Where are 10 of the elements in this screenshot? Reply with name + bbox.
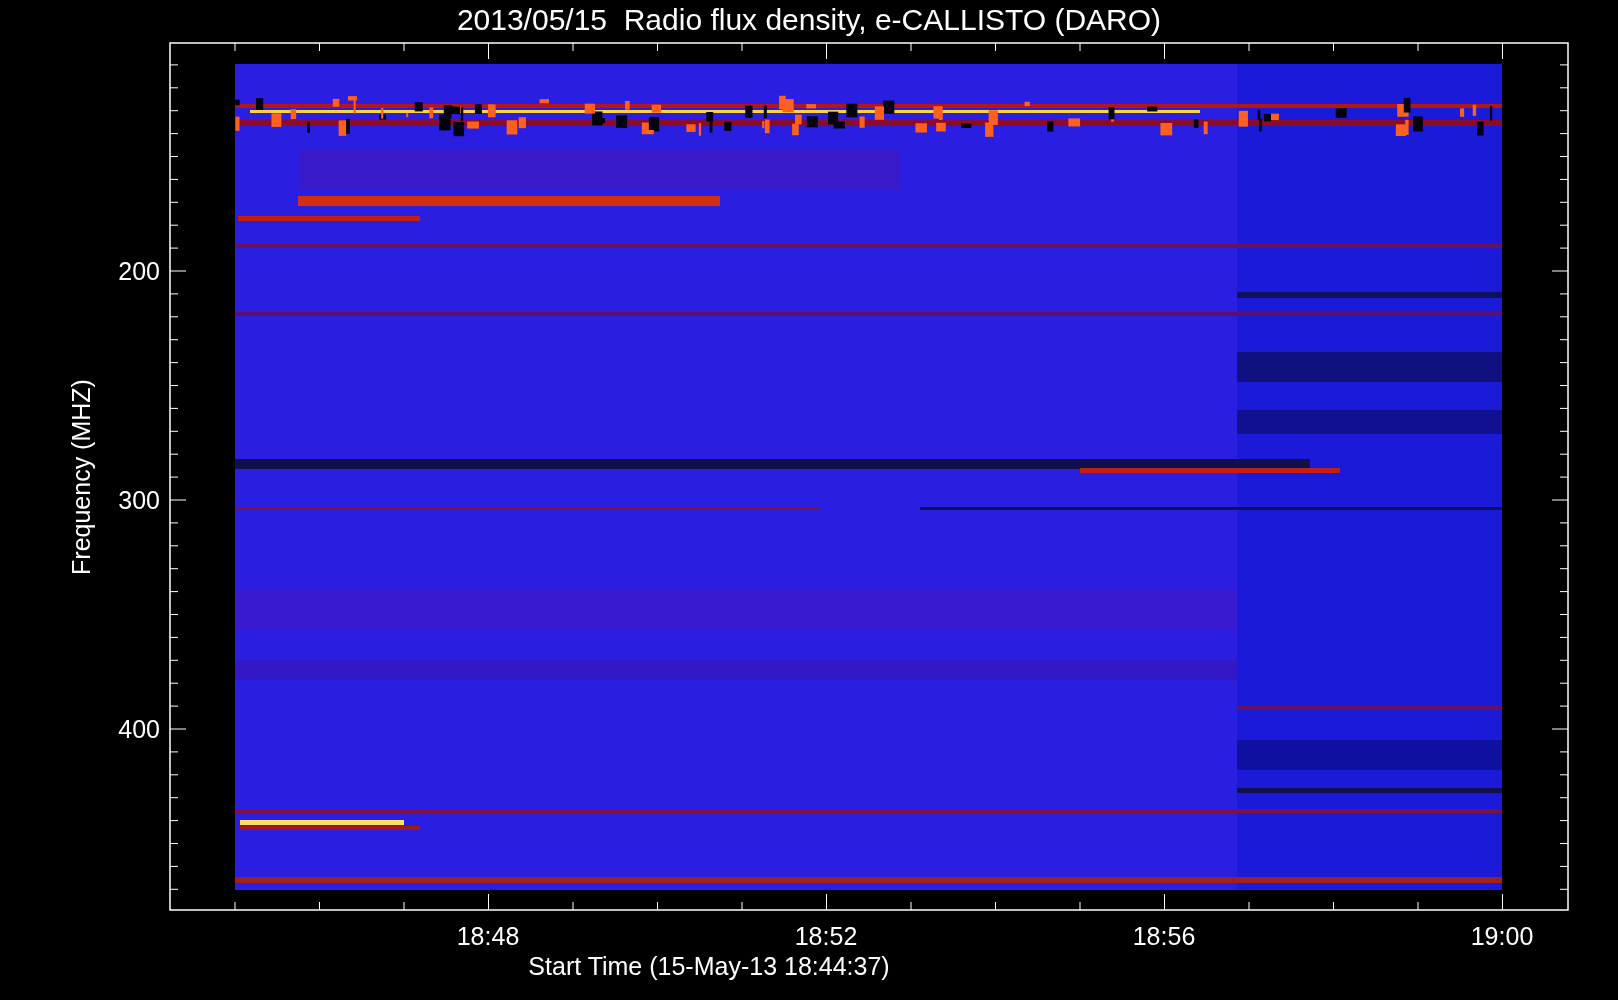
y-axis-label: Frequency (MHZ) — [67, 379, 95, 575]
y-tick-label: 400 — [118, 715, 160, 743]
chart-title: 2013/05/15 Radio flux density, e-CALLISTO (DARO) — [456, 3, 1162, 36]
x-axis-label: Start Time (15-May-13 18:44:37) — [528, 952, 890, 980]
x-tick-label: 18:52 — [794, 922, 858, 950]
y-tick-label: 300 — [118, 486, 160, 514]
x-tick-label: 19:00 — [1470, 922, 1534, 950]
x-tick-label: 18:56 — [1132, 922, 1196, 950]
x-tick-label: 18:48 — [456, 922, 520, 950]
y-tick-label: 200 — [118, 257, 160, 285]
